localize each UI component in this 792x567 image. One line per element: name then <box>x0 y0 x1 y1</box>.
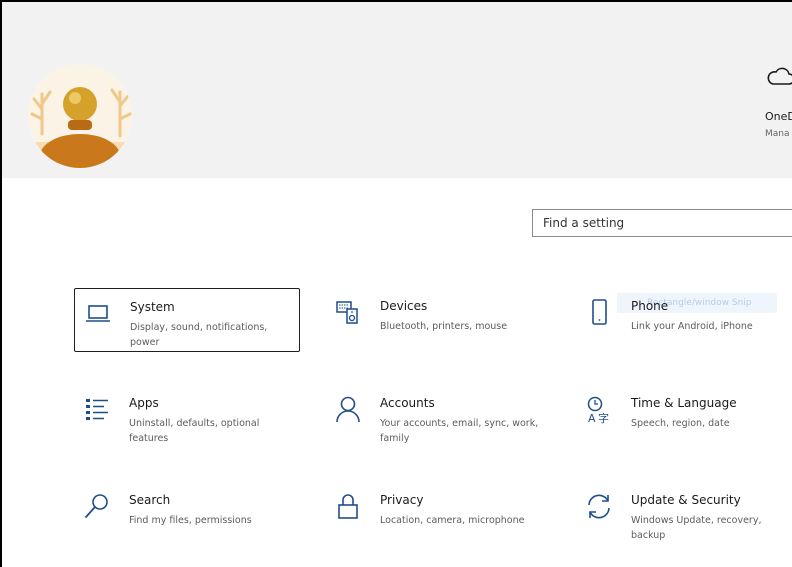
tile-title: Phone <box>631 299 669 313</box>
person-icon <box>336 396 360 423</box>
keyboard-speaker-icon <box>336 301 358 324</box>
lock-icon <box>338 494 358 519</box>
tile-apps[interactable]: Apps Uninstall, defaults, optional featu… <box>74 385 300 449</box>
svg-text:A: A <box>588 412 596 424</box>
laptop-icon <box>86 305 110 322</box>
tile-description: Link your Android, iPhone <box>631 321 753 332</box>
tile-system[interactable]: System Display, sound, notifications, po… <box>74 288 300 352</box>
tile-description: Display, sound, notifications, power <box>130 322 268 348</box>
sync-icon <box>588 494 610 519</box>
tile-search[interactable]: Search Find my files, permissions <box>74 482 300 546</box>
time-language-icon: A 字 <box>587 396 609 424</box>
svg-text:字: 字 <box>598 411 609 424</box>
tile-phone[interactable]: Phone Link your Android, iPhone <box>576 288 792 352</box>
tile-description: Location, camera, microphone <box>380 515 525 526</box>
tile-title: Apps <box>129 396 159 410</box>
tile-title: Devices <box>380 299 428 313</box>
onedrive-title: OneD <box>765 110 792 123</box>
tile-update-security[interactable]: Update & Security Windows Update, recove… <box>576 482 792 546</box>
tile-description: Speech, region, date <box>631 418 730 429</box>
tile-title: Time & Language <box>631 396 737 410</box>
onedrive-subtitle[interactable]: Mana <box>765 129 790 139</box>
tile-title: System <box>130 300 175 314</box>
cloud-icon <box>767 67 792 85</box>
tile-title: Accounts <box>380 396 435 410</box>
tile-description: Your accounts, email, sync, work, family <box>380 418 539 444</box>
search-icon <box>85 494 108 518</box>
tile-title: Search <box>129 493 171 507</box>
tile-title: Update & Security <box>631 493 741 507</box>
tile-description: Bluetooth, printers, mouse <box>380 321 508 332</box>
search-input[interactable] <box>533 210 783 236</box>
tile-description: Uninstall, defaults, optional features <box>129 418 260 444</box>
phone-icon <box>592 299 607 325</box>
tile-description: Find my files, permissions <box>129 515 252 526</box>
tile-privacy[interactable]: Privacy Location, camera, microphone <box>325 482 551 546</box>
find-setting-box[interactable] <box>532 209 792 237</box>
tile-title: Privacy <box>380 493 424 507</box>
settings-header: OneD Mana <box>2 2 792 178</box>
tile-time-language[interactable]: A 字 Time & Language Speech, region, date <box>576 385 792 449</box>
tile-devices[interactable]: Devices Bluetooth, printers, mouse <box>325 288 551 352</box>
user-avatar[interactable] <box>28 64 132 168</box>
apps-list-icon <box>86 399 108 420</box>
tile-description: Windows Update, recovery, backup <box>631 515 762 541</box>
tile-accounts[interactable]: Accounts Your accounts, email, sync, wor… <box>325 385 551 449</box>
